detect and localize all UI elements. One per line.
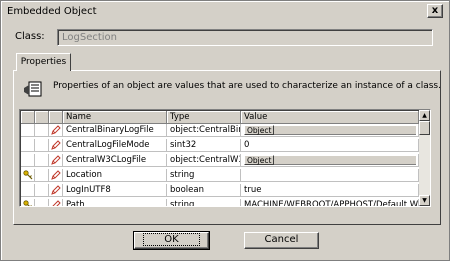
row-icon-cell <box>21 169 35 182</box>
title-bar[interactable]: Embedded Object x <box>3 3 447 21</box>
header-spacer <box>49 111 63 124</box>
pencil-icon <box>51 170 61 180</box>
row-icon-cell <box>21 184 35 197</box>
grid-header: Name Type Value <box>21 111 419 124</box>
property-value-object[interactable]: Object <box>241 154 419 167</box>
property-name: CentralBinaryLogFile <box>63 124 167 137</box>
row-icon-cell <box>35 184 49 197</box>
row-icon-cell <box>21 139 35 152</box>
table-row[interactable]: LogInUTF8 boolean true <box>21 184 419 197</box>
ok-button[interactable]: OK <box>133 231 210 250</box>
property-value-object[interactable]: Object <box>241 124 419 137</box>
property-type: string <box>167 169 241 182</box>
key-icon <box>23 200 32 206</box>
properties-info-icon <box>24 81 42 97</box>
property-type: boolean <box>167 184 241 197</box>
row-icon-cell <box>49 199 63 206</box>
key-icon <box>23 170 33 180</box>
pencil-icon <box>51 125 61 135</box>
pencil-icon <box>51 185 61 195</box>
embedded-object-dialog: Embedded Object x Class: LogSection Prop… <box>0 0 450 261</box>
pencil-icon <box>51 155 61 165</box>
row-icon-cell <box>35 199 49 206</box>
scroll-up-arrow-icon[interactable]: ▲ <box>419 110 430 121</box>
property-name: CentralLogFileMode <box>63 139 167 152</box>
column-header-name-label: Name <box>66 112 92 122</box>
ok-button-label: OK <box>143 233 200 246</box>
property-name: Location <box>63 169 167 182</box>
property-name: CentralW3CLogFile <box>63 154 167 167</box>
property-type: object:CentralBinar <box>167 124 241 137</box>
tab-properties[interactable]: Properties <box>16 53 71 71</box>
close-button[interactable]: x <box>427 4 443 18</box>
column-header-type[interactable]: Type <box>167 111 241 124</box>
row-icon-cell <box>49 184 63 197</box>
class-label: Class: <box>15 31 45 42</box>
object-value-bar <box>274 125 417 135</box>
class-name-field: LogSection <box>57 29 433 46</box>
scroll-thumb[interactable] <box>419 121 430 135</box>
object-value-bar <box>274 155 417 165</box>
table-row[interactable]: CentralBinaryLogFileobject:CentralBinarO… <box>21 124 419 137</box>
property-name: LogInUTF8 <box>63 184 167 197</box>
row-icon-cell <box>35 124 49 137</box>
row-icon-cell <box>21 199 35 206</box>
row-icon-cell <box>21 124 35 137</box>
property-value[interactable]: 0 <box>241 139 419 152</box>
row-icon-cell <box>35 154 49 167</box>
row-icon-cell <box>21 154 35 167</box>
header-spacer <box>35 111 49 124</box>
column-header-name[interactable]: Name <box>63 111 167 124</box>
table-row[interactable]: Path string MACHINE/WEBROOT/APPHOST/Defaul… <box>21 199 419 206</box>
row-icon-cell <box>49 124 63 137</box>
object-button[interactable]: Object <box>244 155 275 165</box>
grid-vertical-scrollbar[interactable]: ▲ ▼ <box>419 110 430 206</box>
property-value[interactable]: MACHINE/WEBROOT/APPHOST/Default Wel <box>241 199 419 206</box>
column-header-value[interactable]: Value <box>241 111 419 124</box>
row-icon-cell <box>49 139 63 152</box>
property-type: string <box>167 199 241 206</box>
object-button[interactable]: Object <box>244 125 275 135</box>
header-spacer <box>21 111 35 124</box>
row-icon-cell <box>49 154 63 167</box>
property-name: Path <box>63 199 167 206</box>
row-icon-cell <box>35 169 49 182</box>
table-row[interactable]: CentralW3CLogFileobject:CentralW3CObject <box>21 154 419 167</box>
property-type: object:CentralW3C <box>167 154 241 167</box>
table-row[interactable]: Location string <box>21 169 419 182</box>
row-icon-cell <box>35 139 49 152</box>
pencil-icon <box>51 140 61 150</box>
property-type: sint32 <box>167 139 241 152</box>
window-title: Embedded Object <box>7 6 97 17</box>
row-icon-cell <box>49 169 63 182</box>
table-row[interactable]: CentralLogFileMode sint32 0 <box>21 139 419 152</box>
property-value[interactable]: true <box>241 184 419 197</box>
properties-grid[interactable]: Name Type Value CentralBinaryLogFile obje… <box>19 109 431 207</box>
properties-description: Properties of an object are values that … <box>53 81 441 91</box>
property-value[interactable] <box>241 169 419 182</box>
pencil-icon <box>52 200 61 206</box>
scroll-down-arrow-icon[interactable]: ▼ <box>419 195 430 206</box>
cancel-button[interactable]: Cancel <box>244 232 319 249</box>
